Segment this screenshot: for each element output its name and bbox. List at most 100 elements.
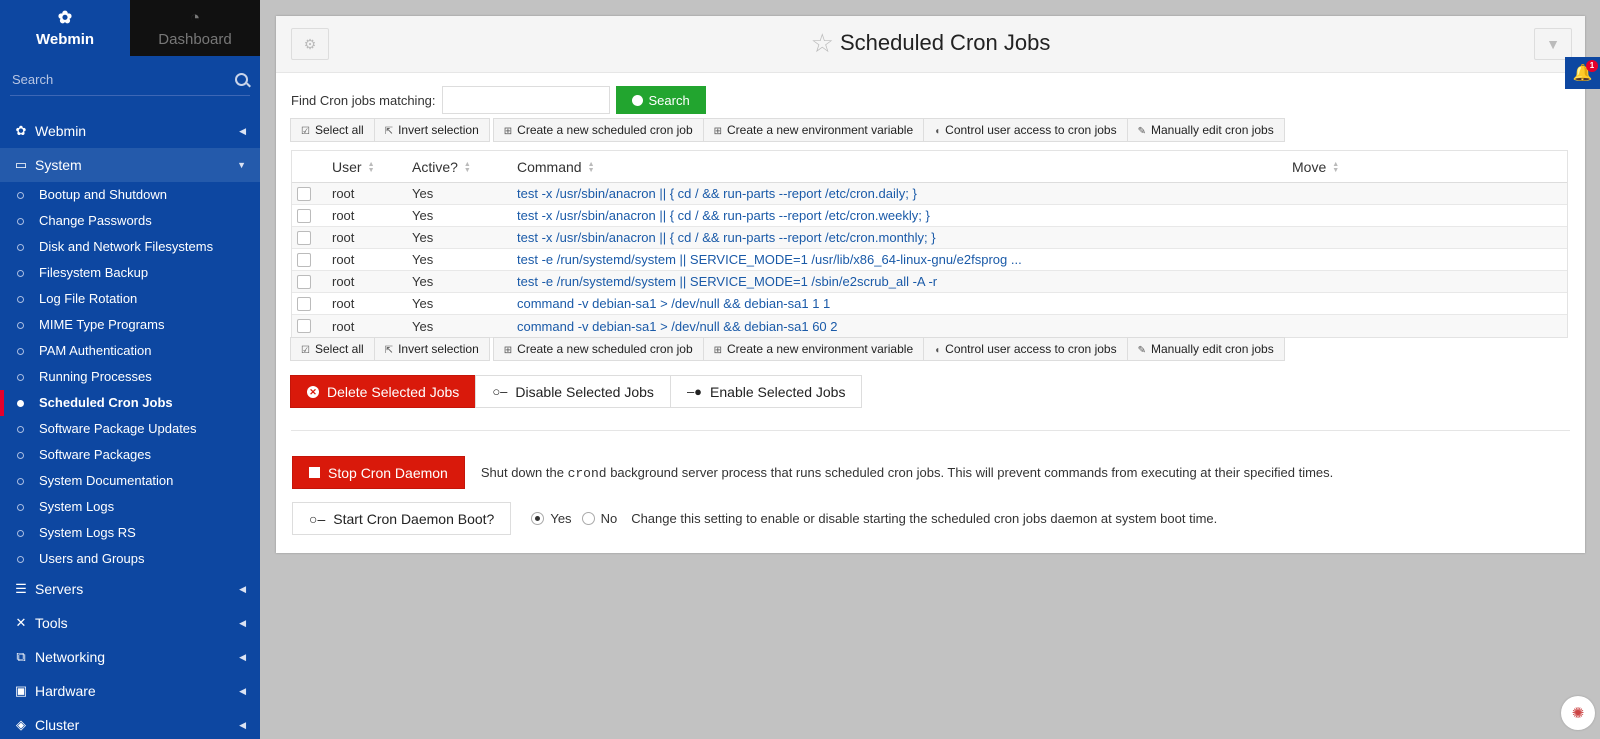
sidebar-search-input[interactable]: Search [12, 72, 53, 87]
row-checkbox[interactable] [297, 319, 311, 333]
column-command[interactable]: Command ▲ ▼ [517, 159, 595, 175]
brain-icon[interactable]: ✺ [1561, 696, 1595, 730]
boot-no-radio[interactable] [581, 512, 595, 525]
sort-icon: ▲ ▼ [367, 160, 375, 174]
row-checkbox[interactable] [297, 252, 311, 267]
sidebar-category-label: Networking [35, 649, 106, 665]
sidebar-item-system-logs-rs[interactable]: System Logs RS [0, 520, 260, 546]
toggle-off-icon: ○– [309, 510, 326, 527]
sidebar-category-networking[interactable]: ⧉ Networking ◀ [0, 640, 260, 674]
row-checkbox[interactable] [297, 274, 311, 289]
table-row: root Yes command -v debian-sa1 > /dev/nu… [292, 315, 1567, 337]
cell-command-link[interactable]: command -v debian-sa1 > /dev/null && deb… [517, 296, 830, 311]
select-all-button[interactable]: ☑ Select all [290, 118, 375, 142]
cell-user: root [332, 296, 355, 311]
invert-label: Invert selection [398, 342, 479, 356]
stop-cron-daemon-button[interactable]: Stop Cron Daemon [292, 456, 465, 489]
create-env-button[interactable]: ⊞ Create a new environment variable [702, 337, 925, 361]
manual-edit-button[interactable]: ✎ Manually edit cron jobs [1126, 118, 1285, 142]
create-env-label: Create a new environment variable [727, 123, 914, 137]
search-icon[interactable] [235, 73, 248, 86]
column-move[interactable]: Move ▲ ▼ [1292, 159, 1339, 175]
find-input[interactable] [441, 86, 610, 114]
sidebar-category-webmin[interactable]: ✿ Webmin ◀ [0, 114, 260, 148]
create-job-button[interactable]: ⊞ Create a new scheduled cron job [492, 118, 704, 142]
search-button[interactable]: Search [615, 86, 706, 114]
row-checkbox[interactable] [297, 230, 311, 245]
tab-dashboard[interactable]: ◔ Dashboard [130, 0, 260, 56]
plus-square-icon: ⊞ [713, 126, 723, 137]
sidebar-category-hardware[interactable]: ▣ Hardware ◀ [0, 674, 260, 708]
sidebar-item-running-processes[interactable]: Running Processes [0, 364, 260, 390]
invert-selection-button[interactable]: ⇱ Invert selection [373, 337, 490, 361]
start-daemon-boot-button[interactable]: ○– Start Cron Daemon Boot? [292, 502, 512, 535]
boot-label: Start Cron Daemon Boot? [333, 510, 495, 527]
star-icon[interactable]: ☆ [811, 28, 834, 58]
sidebar-item-change-passwords[interactable]: Change Passwords [0, 208, 260, 234]
sidebar-item-pam[interactable]: PAM Authentication [0, 338, 260, 364]
sidebar-category-servers[interactable]: ☰ Servers ◀ [0, 572, 260, 606]
cell-user: root [332, 186, 355, 201]
system-submenu: Bootup and Shutdown Change Passwords Dis… [0, 182, 260, 572]
boot-yes-radio[interactable] [531, 512, 545, 525]
table-body: root Yes test -x /usr/sbin/anacron || { … [292, 183, 1567, 337]
sidebar-item-system-logs[interactable]: System Logs [0, 494, 260, 520]
network-icon: ⧉ [16, 649, 26, 664]
invert-selection-button[interactable]: ⇱ Invert selection [373, 118, 490, 142]
cell-command-link[interactable]: command -v debian-sa1 > /dev/null && deb… [517, 319, 838, 334]
sidebar-item-log-rotation[interactable]: Log File Rotation [0, 286, 260, 312]
stop-desc-code: crond [567, 465, 607, 481]
search-button-label: Search [648, 92, 690, 108]
sidebar-item-bootup[interactable]: Bootup and Shutdown [0, 182, 260, 208]
access-control-button[interactable]: ◖ Control user access to cron jobs [923, 118, 1128, 142]
sidebar-item-package-updates[interactable]: Software Package Updates [0, 416, 260, 442]
column-active[interactable]: Active? ▲ ▼ [412, 159, 471, 175]
table-row: root Yes test -x /usr/sbin/anacron || { … [292, 227, 1567, 249]
sidebar-category-label: Tools [35, 615, 68, 631]
sidebar-search[interactable]: Search [10, 66, 250, 96]
row-checkbox[interactable] [297, 186, 311, 201]
cell-command-link[interactable]: test -x /usr/sbin/anacron || { cd / && r… [517, 186, 917, 201]
sidebar-item-system-documentation[interactable]: System Documentation [0, 468, 260, 494]
notifications-button[interactable]: 🔔 1 [1565, 57, 1600, 89]
filter-button[interactable]: ▼ [1534, 28, 1572, 60]
delete-selected-button[interactable]: ✕ Delete Selected Jobs [290, 375, 477, 408]
hard-drive-icon: ▣ [14, 683, 28, 698]
sidebar-item-scheduled-cron-jobs[interactable]: Scheduled Cron Jobs [0, 390, 260, 416]
column-user[interactable]: User ▲ ▼ [332, 159, 375, 175]
cell-command-link[interactable]: test -x /usr/sbin/anacron || { cd / && r… [517, 208, 930, 223]
job-actions: ✕ Delete Selected Jobs ○– Disable Select… [290, 375, 863, 408]
select-all-button[interactable]: ☑ Select all [290, 337, 375, 361]
create-group: ⊞ Create a new scheduled cron job ⊞ Create… [492, 337, 1285, 361]
disable-selected-button[interactable]: ○– Disable Selected Jobs [475, 375, 671, 408]
sidebar-item-filesystem-backup[interactable]: Filesystem Backup [0, 260, 260, 286]
sidebar-category-tools[interactable]: ✕ Tools ◀ [0, 606, 260, 640]
tab-webmin[interactable]: ✿ Webmin [0, 0, 130, 56]
manual-edit-button[interactable]: ✎ Manually edit cron jobs [1126, 337, 1285, 361]
enable-selected-button[interactable]: –● Enable Selected Jobs [669, 375, 863, 408]
sidebar-category-label: Cluster [35, 717, 80, 733]
row-checkbox[interactable] [297, 296, 311, 311]
check-square-icon: ☑ [301, 345, 310, 356]
create-job-button[interactable]: ⊞ Create a new scheduled cron job [492, 337, 704, 361]
caret-left-icon: ◀ [239, 719, 246, 730]
access-control-button[interactable]: ◖ Control user access to cron jobs [923, 337, 1128, 361]
selection-group: ☑ Select all ⇱ Invert selection [290, 118, 490, 142]
cell-command-link[interactable]: test -e /run/systemd/system || SERVICE_M… [517, 274, 937, 289]
sidebar-item-mime-programs[interactable]: MIME Type Programs [0, 312, 260, 338]
row-checkbox[interactable] [297, 208, 311, 223]
toggle-on-icon: –● [686, 384, 703, 399]
select-all-label: Select all [314, 342, 364, 356]
cell-command-link[interactable]: test -x /usr/sbin/anacron || { cd / && r… [517, 230, 936, 245]
sidebar-category-cluster[interactable]: ◈ Cluster ◀ [0, 708, 260, 739]
sidebar-item-disk-filesystems[interactable]: Disk and Network Filesystems [0, 234, 260, 260]
sidebar-item-users-groups[interactable]: Users and Groups [0, 546, 260, 572]
stop-daemon-row: Stop Cron Daemon Shut down the crond bac… [292, 456, 1333, 489]
cell-command-link[interactable]: test -e /run/systemd/system || SERVICE_M… [517, 252, 1022, 267]
boot-yes-label: Yes [550, 511, 572, 526]
find-row: Find Cron jobs matching: Search [291, 86, 706, 114]
caret-left-icon: ◀ [239, 125, 246, 136]
create-env-button[interactable]: ⊞ Create a new environment variable [702, 118, 925, 142]
sidebar-category-system[interactable]: ▭ System ▼ [0, 148, 260, 182]
sidebar-item-software-packages[interactable]: Software Packages [0, 442, 260, 468]
